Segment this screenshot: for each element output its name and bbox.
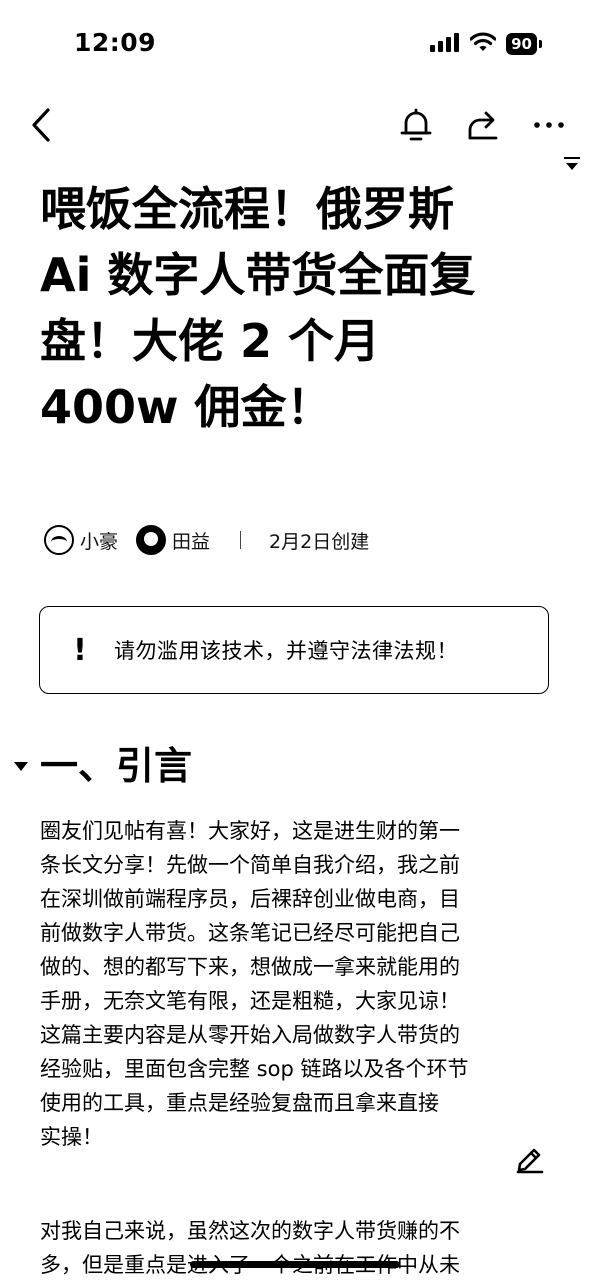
collapse-arrow-icon[interactable] — [562, 156, 582, 176]
paragraph-line: 对我自己来说，虽然这次的数字人带货赚的不 — [40, 1219, 460, 1243]
pencil-icon — [516, 1148, 544, 1174]
edit-button[interactable] — [510, 1138, 550, 1178]
share-button[interactable] — [458, 100, 508, 150]
page-title: 喂饭全流程！俄罗斯 Ai 数字人带货全面复 盘！大佬 2 个月 400w 佣金！ — [40, 176, 550, 440]
author-tianyi[interactable]: 田益 — [136, 525, 210, 555]
author-name: 田益 — [172, 530, 211, 553]
title-line: 400w 佣金！ — [40, 380, 333, 434]
more-icon — [534, 122, 564, 128]
avatar — [44, 525, 74, 555]
title-line: Ai 数字人带货全面复 — [40, 248, 476, 302]
back-button[interactable] — [16, 100, 66, 150]
author-xiaohao[interactable]: 小豪 — [44, 525, 118, 555]
notification-button[interactable] — [391, 100, 441, 150]
status-bar: 12:09 90 — [0, 0, 590, 88]
paragraph-line: 使用的工具，重点是经验复盘而且拿来直接 — [40, 1091, 439, 1115]
paragraph-line: 圈友们见帖有喜！大家好，这是进生财的第一 — [40, 819, 460, 843]
status-icons: 90 — [430, 32, 542, 56]
share-icon — [468, 111, 498, 140]
warning-callout: ! 请勿滥用该技术，并遵守法律法规！ — [39, 606, 549, 694]
paragraph-line: 前做数字人带货。这条笔记已经尽可能把自己 — [40, 921, 460, 945]
battery-level: 90 — [506, 33, 537, 55]
avatar — [136, 525, 167, 555]
signal-icon — [430, 32, 460, 56]
section-collapse-toggle[interactable] — [12, 758, 30, 777]
battery-icon: 90 — [506, 33, 542, 55]
exclamation-icon: ! — [73, 632, 87, 668]
paragraph-line: 在深圳做前端程序员，后裸辞创业做电商，目 — [40, 887, 460, 911]
bell-icon — [400, 108, 432, 141]
paragraph-line: 实操！ — [40, 1125, 103, 1149]
home-indicator[interactable] — [190, 1261, 400, 1268]
created-date: 2月2日创建 — [269, 530, 370, 553]
paragraph-line: 做的、想的都写下来，想做成一拿来就能用的 — [40, 955, 460, 979]
paragraph: 对我自己来说，虽然这次的数字人带货赚的不 多，但是重点是进入了一个之前在工作中从… — [40, 1214, 540, 1282]
author-name: 小豪 — [80, 530, 119, 553]
back-icon — [32, 108, 50, 142]
status-time: 12:09 — [74, 28, 157, 57]
section-heading: 一、引言 — [40, 744, 193, 788]
paragraph-line: 经验贴，里面包含完整 sop 链路以及各个环节 — [40, 1057, 469, 1081]
doc-meta: 小豪 田益 2月2日创建 — [44, 520, 369, 560]
paragraph-line: 条长文分享！先做一个简单自我介绍，我之前 — [40, 853, 460, 877]
paragraph: 圈友们见帖有喜！大家好，这是进生财的第一 条长文分享！先做一个简单自我介绍，我之… — [40, 814, 540, 1154]
paragraph-line: 这篇主要内容是从零开始入局做数字人带货的 — [40, 1023, 460, 1047]
caret-down-icon — [14, 762, 28, 771]
title-line: 盘！大佬 2 个月 — [40, 314, 381, 368]
nav-bar — [0, 90, 590, 160]
title-line: 喂饭全流程！俄罗斯 — [40, 182, 454, 236]
wifi-icon — [469, 32, 497, 56]
meta-divider — [240, 531, 242, 549]
more-button[interactable] — [524, 100, 574, 150]
callout-text: 请勿滥用该技术，并遵守法律法规！ — [114, 639, 458, 663]
paragraph-line: 手册，无奈文笔有限，还是粗糙，大家见谅！ — [40, 989, 460, 1013]
